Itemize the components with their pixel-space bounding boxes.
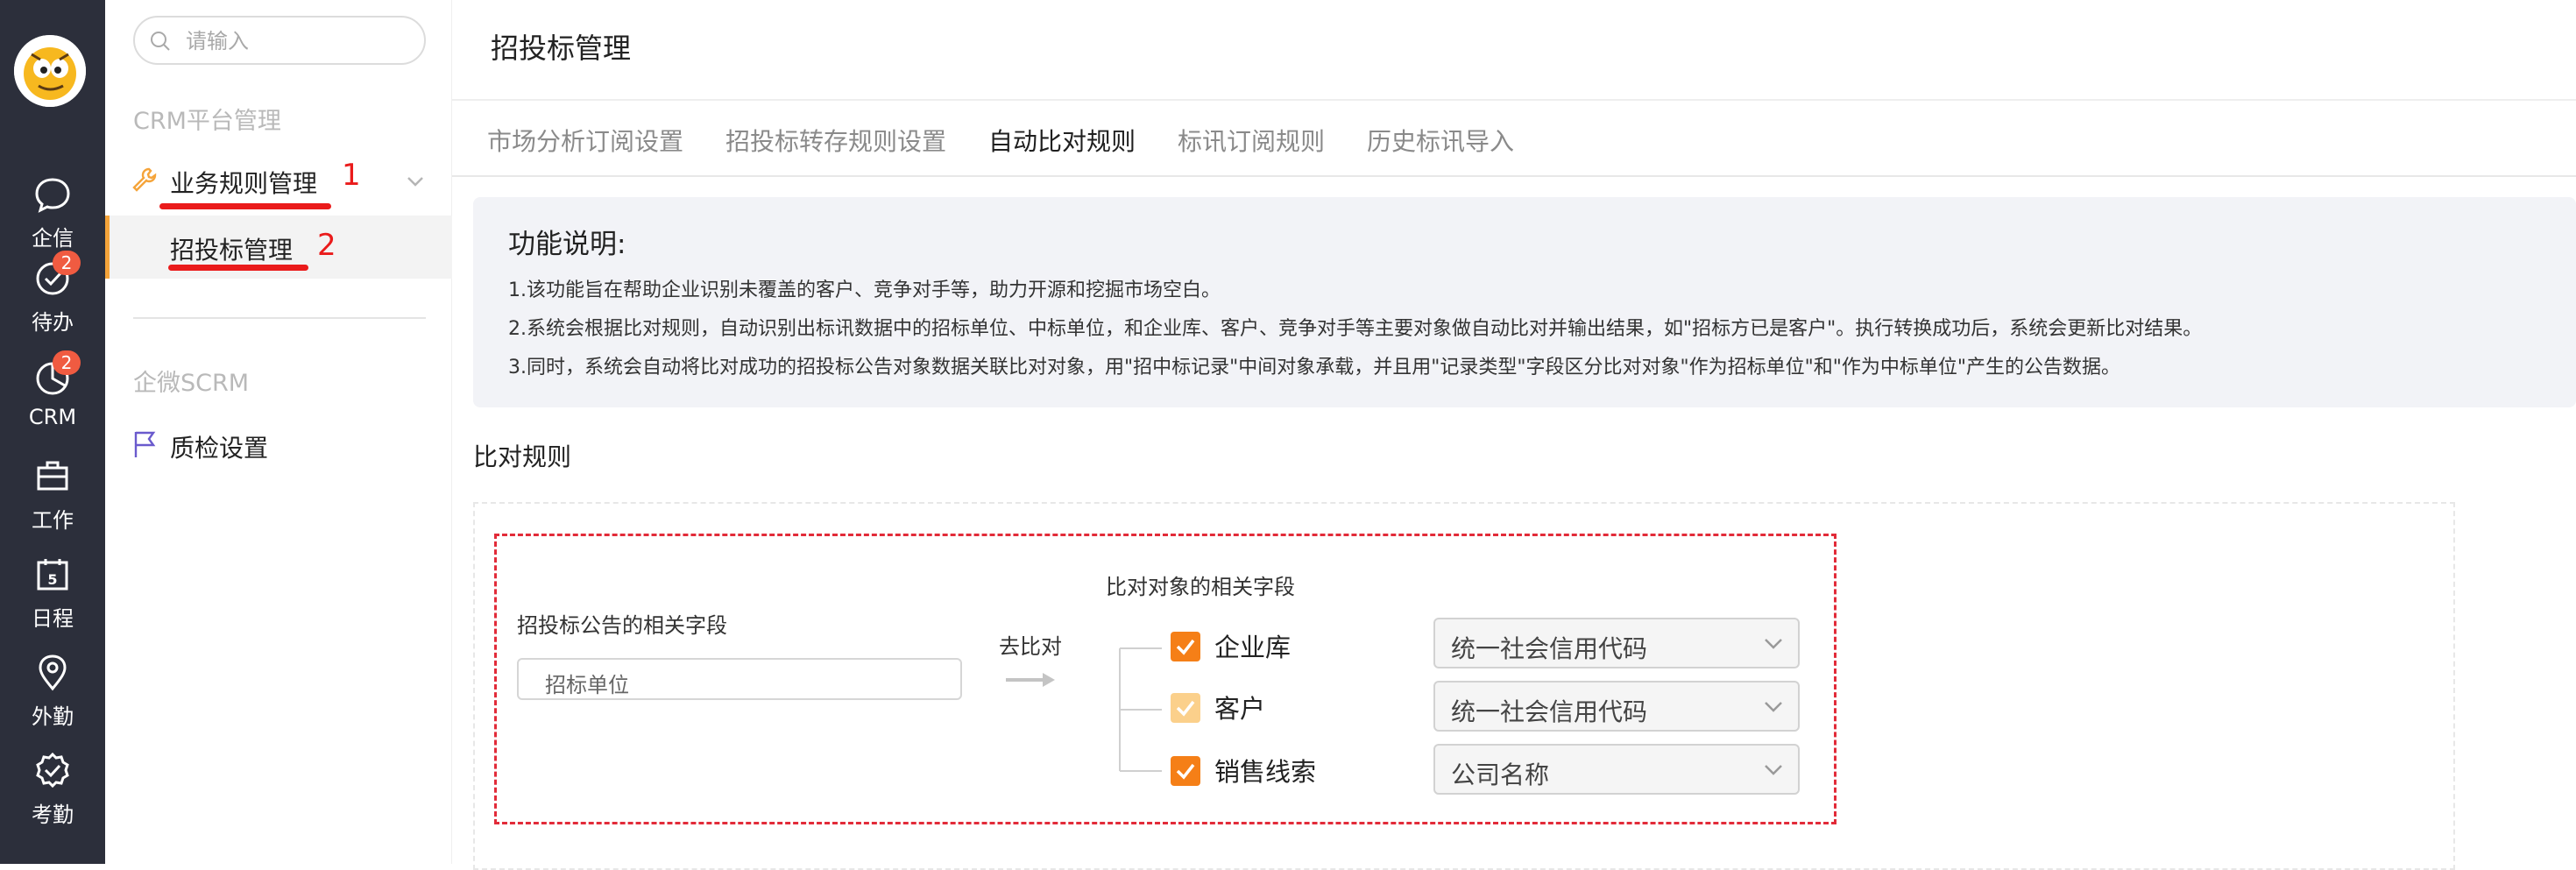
- check-badge-icon: [36, 752, 69, 789]
- sidebar-item-label: 质检设置: [170, 434, 269, 463]
- checkbox-customer[interactable]: [1171, 693, 1200, 723]
- go-compare-label: 去比对: [999, 634, 1062, 659]
- settings-sidebar: CRM平台管理 业务规则管理 招投标管理 企微SCRM 质检设置: [105, 0, 452, 864]
- feature-description: 功能说明: 1.该功能旨在帮助企业识别未覆盖的客户、竞争对手等，助力开源和挖掘市…: [473, 197, 2576, 407]
- checkmark-icon: [1176, 700, 1195, 717]
- rail-item-attendance[interactable]: 考勤: [0, 752, 105, 839]
- chat-bubble-icon: [35, 178, 70, 213]
- wrench-icon: [132, 167, 157, 192]
- sidebar-item-label: 业务规则管理: [170, 169, 318, 198]
- rail-item-messages[interactable]: 企信: [0, 175, 105, 263]
- notification-badge: 2: [53, 350, 81, 375]
- tab-market-analysis[interactable]: 市场分析订阅设置: [487, 123, 683, 158]
- annotation-underline: [159, 203, 331, 209]
- rail-label: 日程: [32, 606, 74, 631]
- mascot-logo-icon: [14, 35, 86, 107]
- app-rail: 企信 2 待办 2 CRM 工作 5 日程 外勤 考勤: [0, 0, 105, 864]
- sidebar-group-crm: CRM平台管理: [133, 108, 281, 135]
- description-title: 功能说明:: [508, 229, 626, 260]
- chevron-down-icon: [1765, 702, 1782, 712]
- rail-label: 待办: [32, 310, 74, 335]
- compare-object-label: 销售线索: [1214, 757, 1317, 787]
- chevron-down-icon: [1765, 765, 1782, 775]
- sidebar-item-quality[interactable]: 质检设置: [105, 414, 452, 477]
- flag-icon: [134, 431, 156, 457]
- tab-subscription-rules[interactable]: 标讯订阅规则: [1178, 123, 1325, 158]
- tree-connector: [1119, 647, 1162, 772]
- select-value: 统一社会信用代码: [1451, 634, 1648, 663]
- sidebar-divider: [133, 317, 426, 319]
- field-select-enterprise[interactable]: 统一社会信用代码: [1433, 618, 1800, 668]
- checkbox-enterprise[interactable]: [1171, 632, 1200, 661]
- rail-label: 外勤: [32, 704, 74, 729]
- rail-item-work[interactable]: 工作: [0, 457, 105, 545]
- rail-label: 企信: [32, 226, 74, 251]
- annotation-number: 1: [342, 158, 361, 193]
- calendar-icon: 5: [37, 559, 68, 591]
- chevron-down-icon: [1765, 639, 1782, 649]
- sidebar-search: [133, 16, 426, 65]
- tab-transfer-rules[interactable]: 招投标转存规则设置: [725, 123, 946, 158]
- notification-badge: 2: [53, 251, 81, 275]
- source-field-value: 招标单位: [545, 673, 629, 697]
- field-select-customer[interactable]: 统一社会信用代码: [1433, 681, 1800, 732]
- tab-history-import[interactable]: 历史标讯导入: [1367, 123, 1514, 158]
- field-select-sales-leads[interactable]: 公司名称: [1433, 744, 1800, 795]
- source-field-input[interactable]: 招标单位: [517, 658, 962, 700]
- rail-label: CRM: [28, 405, 77, 429]
- calendar-day: 5: [47, 571, 57, 588]
- main-content: 招投标管理 市场分析订阅设置 招投标转存规则设置 自动比对规则 标讯订阅规则 历…: [452, 0, 2576, 870]
- checkmark-icon: [1176, 639, 1195, 655]
- sidebar-group-scrm: 企微SCRM: [133, 370, 250, 397]
- rail-item-todo[interactable]: 2 待办: [0, 251, 105, 347]
- rail-item-crm[interactable]: 2 CRM: [0, 350, 105, 447]
- chevron-down-icon[interactable]: [407, 175, 424, 187]
- select-value: 统一社会信用代码: [1451, 697, 1648, 726]
- section-title: 比对规则: [473, 442, 572, 471]
- description-line: 2.系统会根据比对规则，自动识别出标讯数据中的招标单位、中标单位，和企业库、客户…: [508, 318, 2203, 340]
- arrow-right-icon: [1006, 673, 1055, 687]
- select-value: 公司名称: [1451, 760, 1550, 789]
- tab-auto-compare[interactable]: 自动比对规则: [988, 123, 1136, 158]
- search-input[interactable]: [186, 26, 414, 56]
- rail-item-schedule[interactable]: 5 日程: [0, 555, 105, 643]
- compare-object-label: 企业库: [1214, 633, 1292, 662]
- source-field-label: 招投标公告的相关字段: [517, 613, 727, 638]
- rail-label: 工作: [32, 508, 74, 533]
- divider: [452, 99, 2576, 101]
- compare-object-label: 客户: [1214, 694, 1266, 724]
- app-logo[interactable]: [14, 35, 86, 107]
- description-line: 3.同时，系统会自动将比对成功的招投标公告对象数据关联比对对象，用"招中标记录"…: [508, 357, 2120, 378]
- checkbox-sales-leads[interactable]: [1171, 756, 1200, 786]
- annotation-underline: [168, 265, 308, 271]
- rail-item-field[interactable]: 外勤: [0, 654, 105, 741]
- page-title: 招投标管理: [491, 32, 632, 65]
- rail-label: 考勤: [32, 803, 74, 827]
- briefcase-icon: [37, 461, 68, 491]
- target-field-label: 比对对象的相关字段: [1106, 575, 1295, 599]
- annotation-number: 2: [317, 228, 336, 263]
- divider: [452, 175, 2576, 177]
- sidebar-item-label: 招投标管理: [170, 236, 294, 265]
- location-pin-icon: [39, 654, 67, 691]
- checkmark-icon: [1176, 763, 1195, 780]
- description-line: 1.该功能旨在帮助企业识别未覆盖的客户、竞争对手等，助力开源和挖掘市场空白。: [508, 279, 1221, 301]
- search-icon: [151, 32, 170, 51]
